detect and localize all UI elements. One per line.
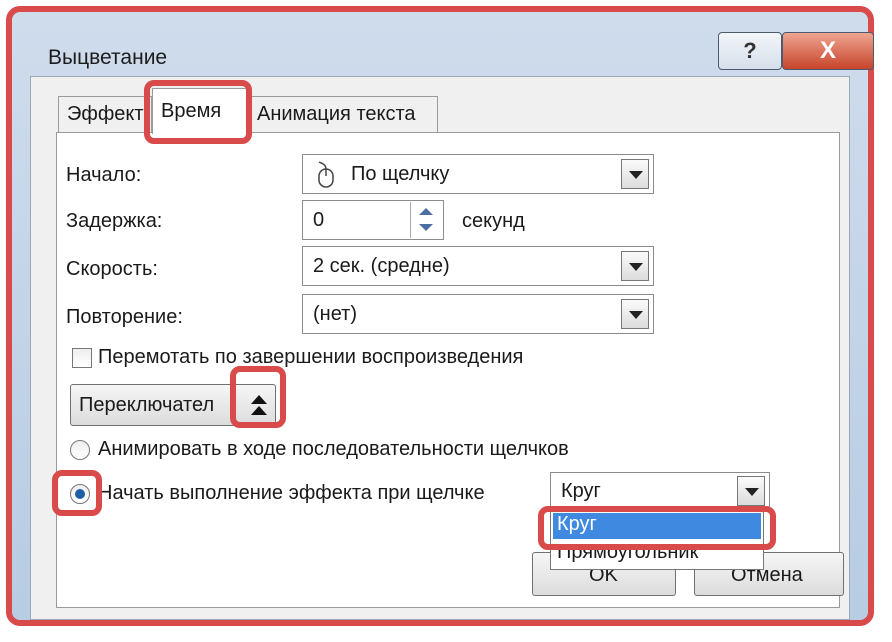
arrow-down-icon[interactable] (419, 224, 433, 231)
repeat-label: Повторение: (66, 306, 183, 328)
delay-label: Задержка: (66, 210, 163, 232)
arrow-up-icon[interactable] (419, 208, 433, 215)
tab-effect[interactable]: Эффект (58, 96, 152, 132)
chevron-down-icon[interactable] (621, 251, 649, 281)
repeat-select[interactable]: (нет) (302, 294, 654, 334)
rewind-label: Перемотать по завершении воспроизведения (98, 346, 524, 368)
mouse-icon (318, 161, 334, 188)
triggers-label: Переключател (79, 394, 215, 416)
rewind-checkbox[interactable] (72, 348, 92, 368)
highlight-triggers-toggle (230, 366, 286, 428)
start-label: Начало: (66, 164, 142, 186)
tab-text-animation[interactable]: Анимация текста (248, 96, 438, 132)
repeat-value: (нет) (313, 303, 357, 325)
shape-value: Круг (561, 480, 601, 502)
radio-sequence[interactable] (70, 440, 90, 460)
radio-on-click-label: Начать выполнение эффекта при щелчке (98, 482, 485, 504)
help-button[interactable]: ? (718, 32, 782, 70)
highlight-radio-on-click (52, 470, 102, 516)
shape-select[interactable]: Круг (550, 472, 770, 510)
radio-sequence-label: Анимировать в ходе последовательности ще… (98, 438, 569, 460)
chevron-down-icon[interactable] (621, 299, 649, 329)
chevron-down-icon[interactable] (737, 476, 765, 506)
delay-value: 0 (313, 209, 325, 231)
delay-unit: секунд (462, 210, 525, 232)
close-button[interactable]: X (782, 32, 874, 70)
speed-label: Скорость: (66, 258, 158, 280)
start-select[interactable]: По щелчку (302, 154, 654, 194)
highlight-option-circle (538, 506, 776, 550)
window-title: Выцветание (48, 46, 168, 69)
speed-select[interactable]: 2 сек. (средне) (302, 246, 654, 286)
delay-stepper[interactable] (410, 202, 443, 238)
speed-value: 2 сек. (средне) (313, 255, 450, 277)
start-value: По щелчку (351, 163, 450, 185)
chevron-down-icon[interactable] (621, 159, 649, 189)
highlight-tab-timing (144, 80, 252, 144)
